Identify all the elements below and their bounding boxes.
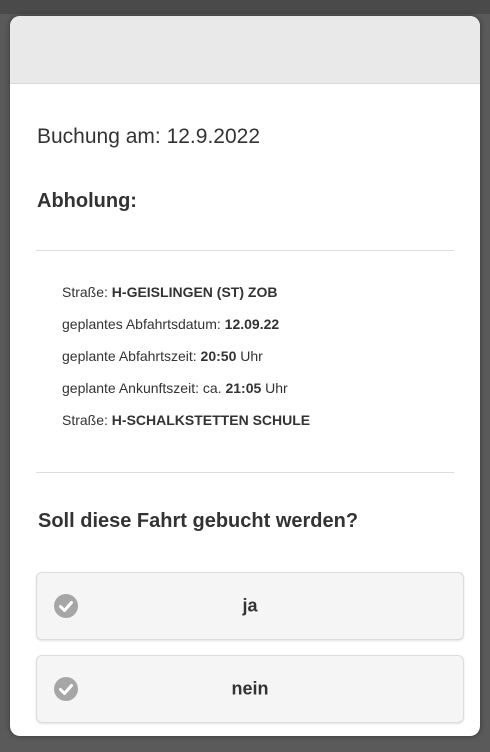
booking-question: Soll diese Fahrt gebucht werden? (38, 510, 359, 532)
detail-value: H-GEISLINGEN (ST) ZOB (111, 284, 278, 300)
detail-departure-time: geplante Abfahrtszeit: 20:50 Uhr (62, 348, 310, 380)
detail-suffix: Uhr (265, 380, 288, 396)
detail-label: Straße: (62, 284, 108, 300)
detail-label: geplante Abfahrtszeit: (62, 348, 197, 364)
pickup-heading: Abholung: (37, 190, 137, 212)
yes-button[interactable]: ja (36, 572, 464, 640)
detail-departure-date: geplantes Abfahrtsdatum: 12.09.22 (62, 316, 310, 348)
yes-button-label: ja (242, 595, 258, 616)
detail-arrival-time: geplante Ankunftszeit: ca. 21:05 Uhr (62, 380, 310, 412)
detail-label: geplante Ankunftszeit: ca. (62, 380, 222, 396)
divider (36, 472, 454, 473)
dialog-header (10, 16, 480, 84)
detail-label: geplantes Abfahrtsdatum: (62, 316, 221, 332)
detail-value: 21:05 (225, 380, 262, 396)
page-backdrop (0, 0, 490, 14)
detail-destination-street: Straße: H-SCHALKSTETTEN SCHULE (62, 412, 310, 444)
detail-suffix: Uhr (240, 348, 263, 364)
divider (36, 250, 454, 251)
trip-details: Straße: H-GEISLINGEN (ST) ZOB geplantes … (62, 284, 310, 444)
detail-value: 20:50 (200, 348, 237, 364)
no-button[interactable]: nein (36, 655, 464, 723)
detail-value: 12.09.22 (224, 316, 280, 332)
no-button-label: nein (231, 678, 269, 699)
booking-date: Buchung am: 12.9.2022 (37, 125, 261, 148)
booking-dialog: Buchung am: 12.9.2022 Abholung: Straße: … (10, 16, 480, 736)
detail-value: H-SCHALKSTETTEN SCHULE (111, 412, 311, 428)
detail-label: Straße: (62, 412, 108, 428)
detail-start-street: Straße: H-GEISLINGEN (ST) ZOB (62, 284, 310, 316)
